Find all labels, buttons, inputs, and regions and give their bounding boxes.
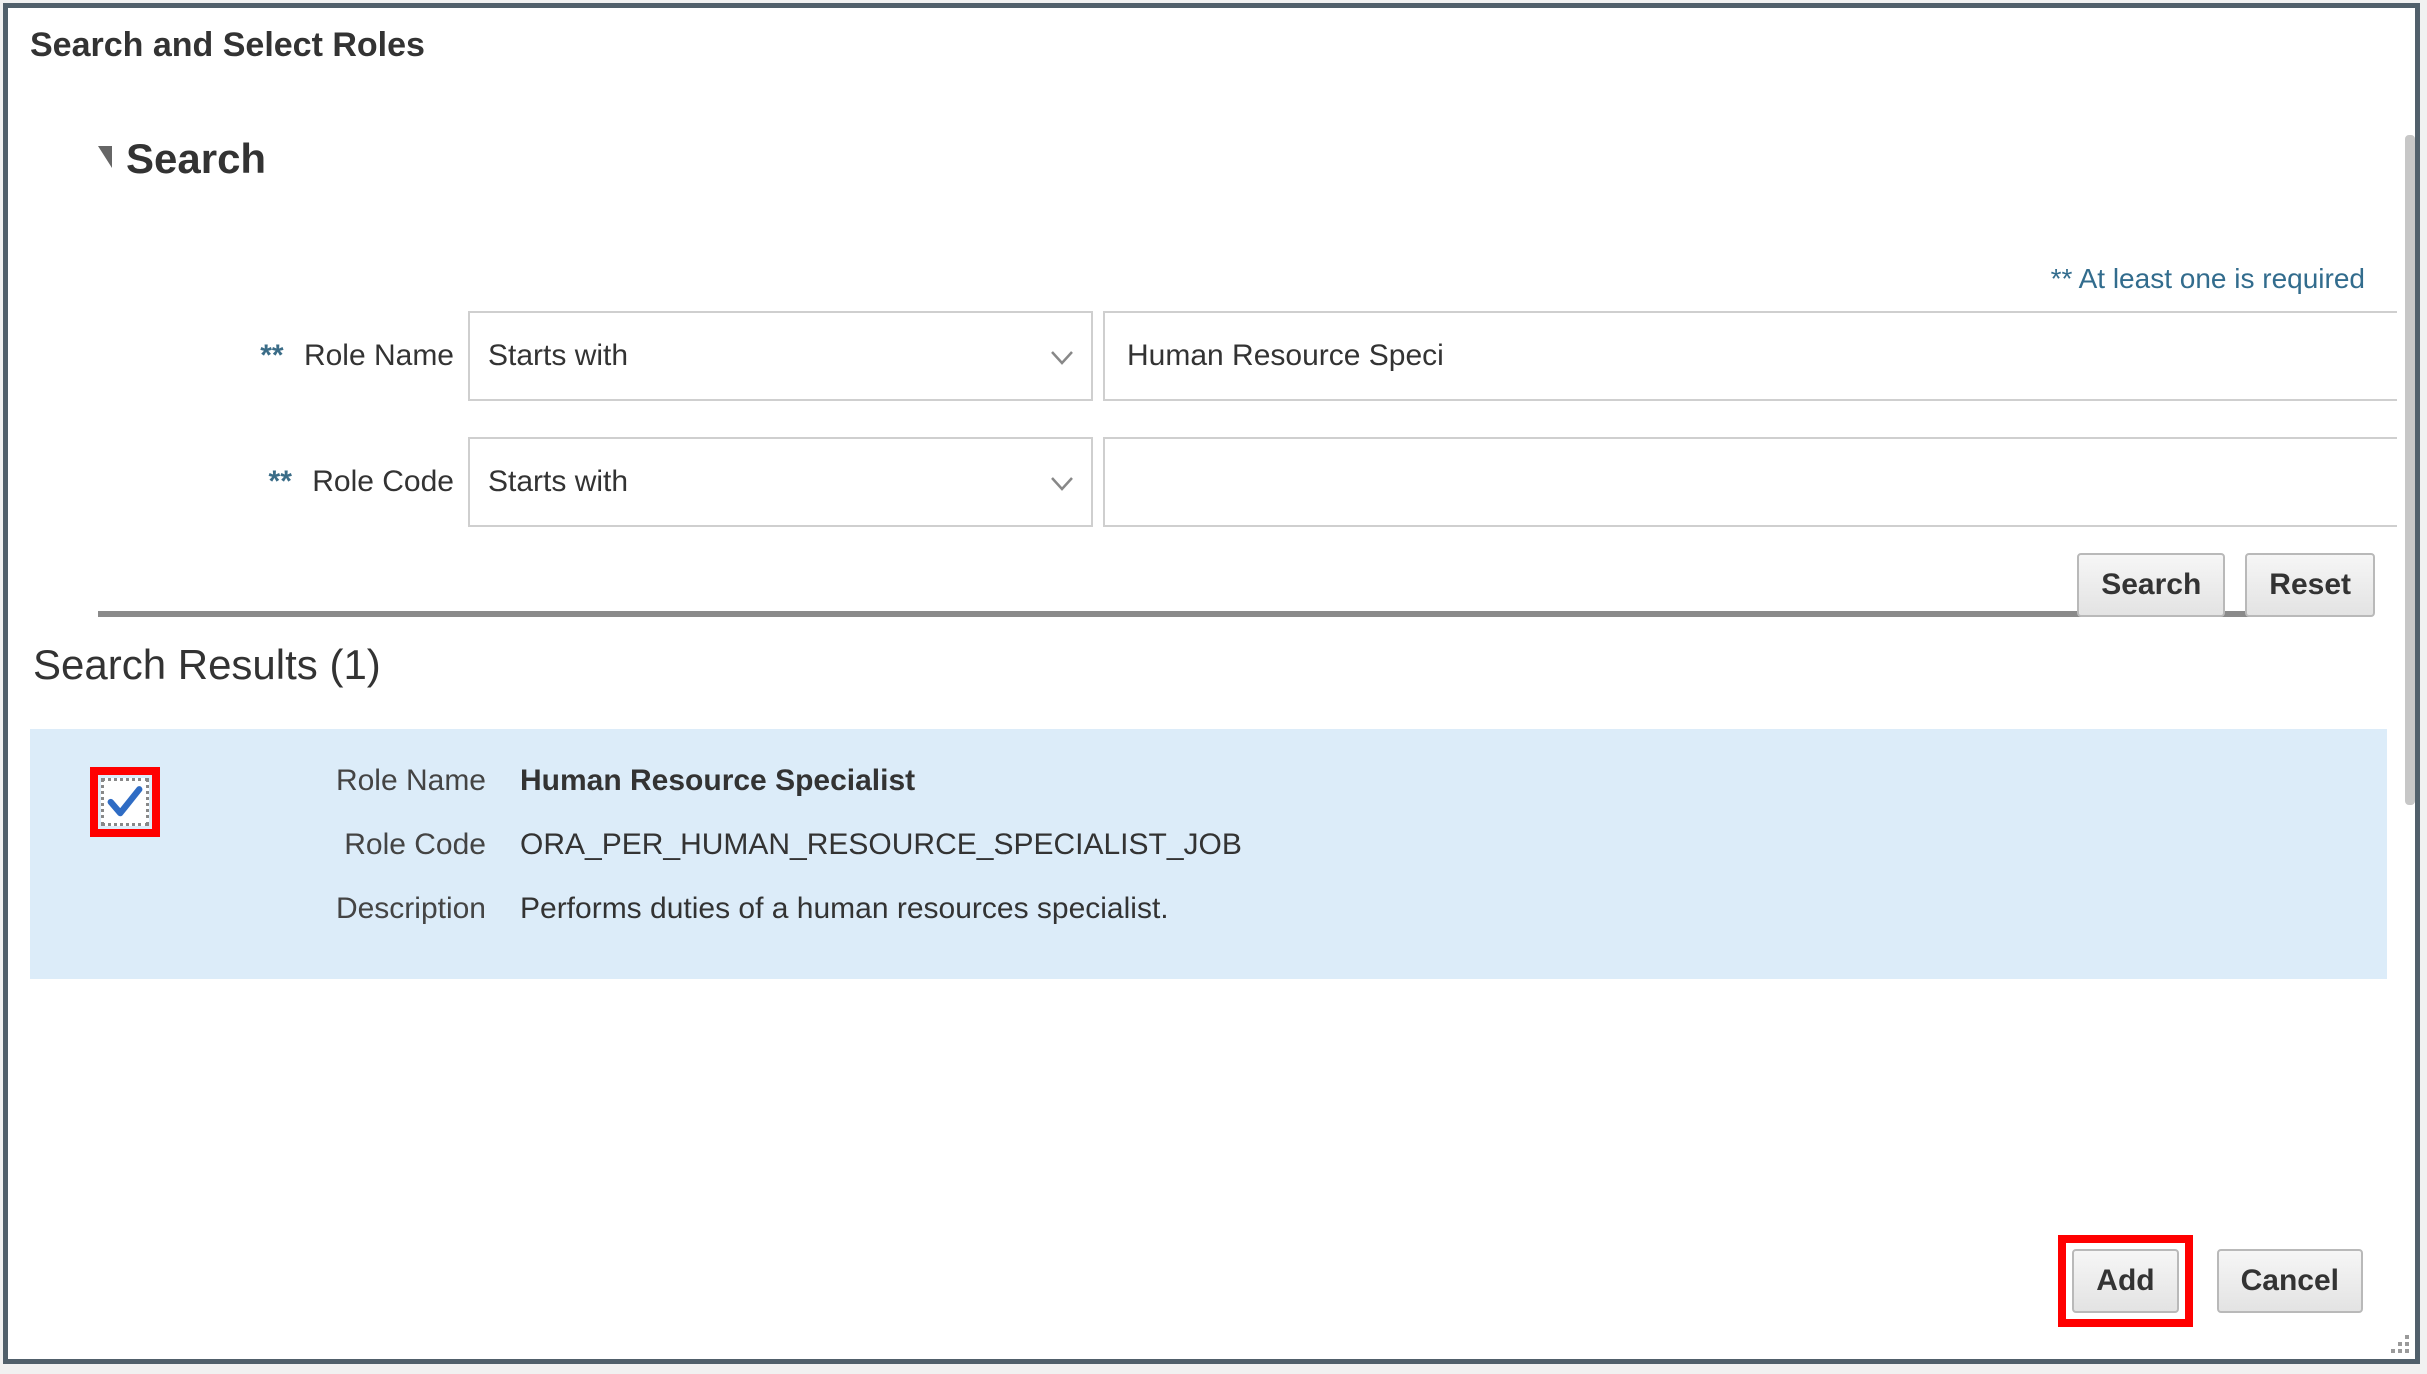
search-section-header[interactable]: Search xyxy=(8,135,2415,183)
cancel-button[interactable]: Cancel xyxy=(2217,1249,2363,1313)
result-item[interactable]: Role Name Human Resource Specialist Role… xyxy=(30,729,2387,979)
annotation-highlight-checkbox xyxy=(90,767,160,837)
chevron-down-icon xyxy=(1051,339,1073,373)
dialog-title: Search and Select Roles xyxy=(8,8,2415,65)
result-checkbox[interactable] xyxy=(101,778,149,826)
reset-button[interactable]: Reset xyxy=(2245,553,2375,617)
role-code-operator-value: Starts with xyxy=(488,465,628,499)
result-role-name-value: Human Resource Specialist xyxy=(520,763,915,799)
role-name-input[interactable] xyxy=(1103,311,2397,401)
field-row-role-code: ** Role Code Starts with xyxy=(8,437,2415,527)
resize-grip[interactable] xyxy=(2383,1327,2411,1355)
role-name-label-wrap: ** Role Name xyxy=(8,339,468,373)
required-marker: ** xyxy=(260,339,295,372)
collapse-icon xyxy=(98,146,112,168)
dialog-footer: Add Cancel xyxy=(2058,1235,2363,1327)
role-name-operator-select[interactable]: Starts with xyxy=(468,311,1093,401)
vertical-scrollbar[interactable] xyxy=(2405,135,2415,805)
search-button-row: Search Reset xyxy=(8,553,2415,617)
search-button[interactable]: Search xyxy=(2077,553,2225,617)
search-results-heading: Search Results (1) xyxy=(8,641,2415,689)
search-heading: Search xyxy=(126,135,266,183)
result-description-label: Description xyxy=(270,891,520,927)
annotation-highlight-add: Add xyxy=(2058,1235,2192,1327)
result-role-code-value: ORA_PER_HUMAN_RESOURCE_SPECIALIST_JOB xyxy=(520,827,1242,863)
role-name-label: Role Name xyxy=(304,339,454,372)
search-fields: ** At least one is required ** Role Name… xyxy=(8,263,2415,617)
field-row-role-name: ** Role Name Starts with xyxy=(8,311,2415,401)
result-role-name-label: Role Name xyxy=(270,763,520,799)
role-code-label: Role Code xyxy=(312,465,454,498)
result-description-value: Performs duties of a human resources spe… xyxy=(520,891,1169,927)
role-code-input[interactable] xyxy=(1103,437,2397,527)
result-role-code-label: Role Code xyxy=(270,827,520,863)
add-button[interactable]: Add xyxy=(2072,1249,2178,1313)
dialog-body: Search ** At least one is required ** Ro… xyxy=(8,135,2415,1240)
required-marker: ** xyxy=(269,465,304,498)
result-details: Role Name Human Resource Specialist Role… xyxy=(270,763,2377,927)
vertical-scrollbar-thumb[interactable] xyxy=(2405,135,2415,805)
chevron-down-icon xyxy=(1051,465,1073,499)
role-name-operator-value: Starts with xyxy=(488,339,628,373)
role-code-operator-select[interactable]: Starts with xyxy=(468,437,1093,527)
dialog-search-select-roles: Search and Select Roles Search ** At lea… xyxy=(3,3,2420,1364)
required-hint: ** At least one is required xyxy=(8,263,2415,295)
role-code-label-wrap: ** Role Code xyxy=(8,465,468,499)
